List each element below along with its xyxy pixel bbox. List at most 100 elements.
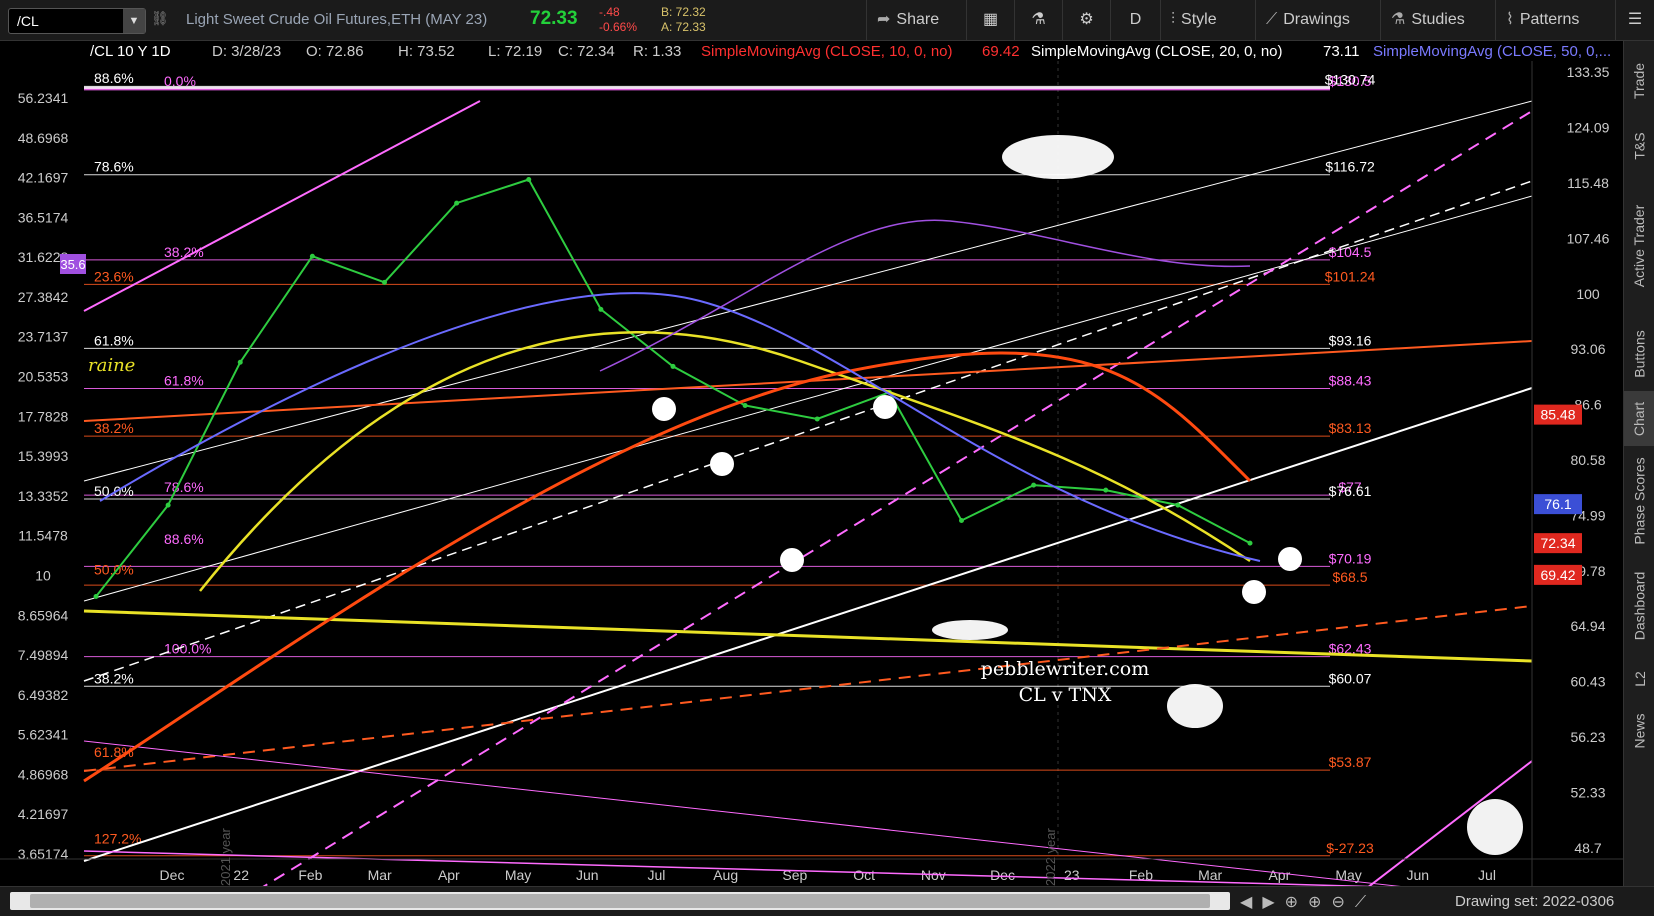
header-open: O: 72.86 <box>306 43 364 60</box>
left-axis-tick: 5.62341 <box>18 727 69 743</box>
price-point <box>598 306 604 312</box>
price-point <box>382 279 387 285</box>
flask-button[interactable]: ⚗ <box>1014 0 1062 40</box>
rail-tab-active-trader[interactable]: Active Trader <box>1624 176 1654 316</box>
rail-tab-news[interactable]: News <box>1624 701 1654 761</box>
settings-button[interactable]: ⚙ <box>1062 0 1110 40</box>
menu-button[interactable]: ☰ <box>1615 0 1654 40</box>
period-button[interactable]: D <box>1110 0 1160 40</box>
symbol-input[interactable]: /CL ▼ <box>8 8 146 34</box>
zoom-in-icon[interactable]: ⊕ <box>1308 894 1331 911</box>
right-axis-tick: 52.33 <box>1570 784 1605 800</box>
trend-line <box>83 100 1533 482</box>
rail-tab-t-s[interactable]: T&S <box>1624 116 1654 176</box>
price-level-label: $88.43 <box>1329 372 1372 388</box>
rail-tab-label: Buttons <box>1631 329 1648 378</box>
scrollbar-thumb[interactable] <box>30 894 1210 908</box>
price-level-label: $104.5 <box>1329 244 1372 260</box>
header-low: L: 72.19 <box>488 43 542 60</box>
price-point <box>1247 540 1253 546</box>
drawings-button[interactable]: ⟋ Drawings <box>1255 0 1380 40</box>
link-icon[interactable]: ⛓ <box>151 10 169 27</box>
price-level-label: $130.74 <box>1325 71 1376 87</box>
rail-tab-l2[interactable]: L2 <box>1624 656 1654 701</box>
share-icon: ➦ <box>877 11 891 28</box>
left-axis-tick: 4.86968 <box>18 766 69 782</box>
price-point <box>309 253 315 259</box>
highlight-ellipse <box>1167 684 1223 728</box>
marker-circle <box>1278 547 1302 571</box>
horizontal-scrollbar[interactable] <box>10 892 1230 910</box>
layout-icon: ▦ <box>982 11 999 28</box>
rail-tab-chart[interactable]: Chart <box>1624 391 1654 446</box>
price-point <box>814 416 820 422</box>
trend-line <box>83 180 1533 682</box>
trend-line <box>83 195 1533 602</box>
right-axis-tick: 115.48 <box>1567 175 1609 191</box>
patterns-button[interactable]: ⌇ Patterns <box>1495 0 1615 40</box>
x-axis-tick: Feb <box>298 867 322 883</box>
header-sma10-value: 69.42 <box>982 43 1020 60</box>
price-level-label: $70.19 <box>1329 550 1372 566</box>
fib-label: 0.0% <box>164 73 196 89</box>
chevron-left-icon[interactable]: ◀ <box>1240 894 1262 911</box>
left-axis-tick: 8.65964 <box>18 607 69 623</box>
price-point <box>454 200 460 206</box>
zoom-controls[interactable]: ◀▶⊕⊕⊖⟋ <box>1240 892 1376 912</box>
trend-line <box>83 387 1533 862</box>
year-2021-label: 2021 year <box>218 828 233 886</box>
highlight-ellipse <box>1467 799 1523 855</box>
x-axis-tick: Mar <box>368 867 392 883</box>
right-axis-tick: 64.94 <box>1570 618 1605 634</box>
header-date: D: 3/28/23 <box>212 43 281 60</box>
crosshair-icon[interactable]: ⊕ <box>1285 894 1308 911</box>
rail-tab-buttons[interactable]: Buttons <box>1624 316 1654 391</box>
studies-button[interactable]: ⚗ Studies <box>1380 0 1495 40</box>
subtitle-text: CL v TNX <box>1019 684 1112 706</box>
header-sma20-value: 73.11 <box>1323 43 1359 60</box>
rail-tab-label: Trade <box>1631 62 1648 100</box>
marker-circle <box>780 548 804 572</box>
x-axis-tick: Dec <box>990 867 1015 883</box>
rail-tab-trade[interactable]: Trade <box>1624 46 1654 116</box>
header-close: C: 72.34 <box>558 43 615 60</box>
chevron-down-icon[interactable]: ▼ <box>123 9 145 33</box>
flask-icon: ⚗ <box>1391 11 1406 28</box>
net-change: -.48 -0.66% <box>599 5 637 35</box>
style-button[interactable]: ⫶ Style <box>1160 0 1255 40</box>
year-2022-label: 2022 year <box>1043 828 1058 886</box>
right-axis-tick: 124.09 <box>1567 120 1610 136</box>
x-axis-tick: Jun <box>1407 867 1430 883</box>
rail-tab-label: Active Trader <box>1631 204 1648 288</box>
zoom-out-icon[interactable]: ⊖ <box>1331 894 1354 911</box>
fib-label: 100.0% <box>164 641 211 657</box>
price-chart[interactable]: /CL 10 Y 1D D: 3/28/23 O: 72.86 H: 73.52 L: … <box>0 41 1623 886</box>
left-axis-tick: 10 <box>35 567 51 583</box>
left-axis-tick: 36.5174 <box>18 209 69 225</box>
marker-circle <box>652 397 676 421</box>
marker-circle <box>1242 580 1266 604</box>
partial-label: raine <box>88 355 135 376</box>
instrument-description: Light Sweet Crude Oil Futures,ETH (MAY 2… <box>186 11 488 28</box>
change-value: -.48 <box>599 5 620 19</box>
price-level-label: $83.13 <box>1329 420 1372 436</box>
bid-ask: B: 72.32 A: 72.33 <box>661 5 706 35</box>
price-point <box>1103 487 1109 493</box>
layout-button[interactable]: ▦ <box>966 0 1014 40</box>
price-point <box>93 593 99 599</box>
price-level-label: $101.24 <box>1325 268 1376 284</box>
price-level-label: $116.72 <box>1325 159 1375 175</box>
chart-area[interactable]: /CL 10 Y 1D D: 3/28/23 O: 72.86 H: 73.52 L: … <box>0 41 1623 886</box>
x-axis-tick: 23 <box>1064 867 1080 883</box>
left-badge-label: 35.6 <box>60 257 85 272</box>
rail-tab-dashboard[interactable]: Dashboard <box>1624 556 1654 656</box>
rail-tab-phase-scores[interactable]: Phase Scores <box>1624 446 1654 556</box>
header-sma50: SimpleMovingAvg (CLOSE, 50, 0,... <box>1373 43 1611 60</box>
marker-circle <box>710 452 734 476</box>
chevron-right-icon[interactable]: ▶ <box>1262 894 1284 911</box>
share-button[interactable]: ➦ Share <box>866 0 966 40</box>
draw-icon[interactable]: ⟋ <box>1355 894 1376 911</box>
gear-icon: ⚙ <box>1079 11 1094 28</box>
x-axis-tick: Apr <box>438 867 460 883</box>
right-axis-tick: 107.46 <box>1567 230 1610 246</box>
